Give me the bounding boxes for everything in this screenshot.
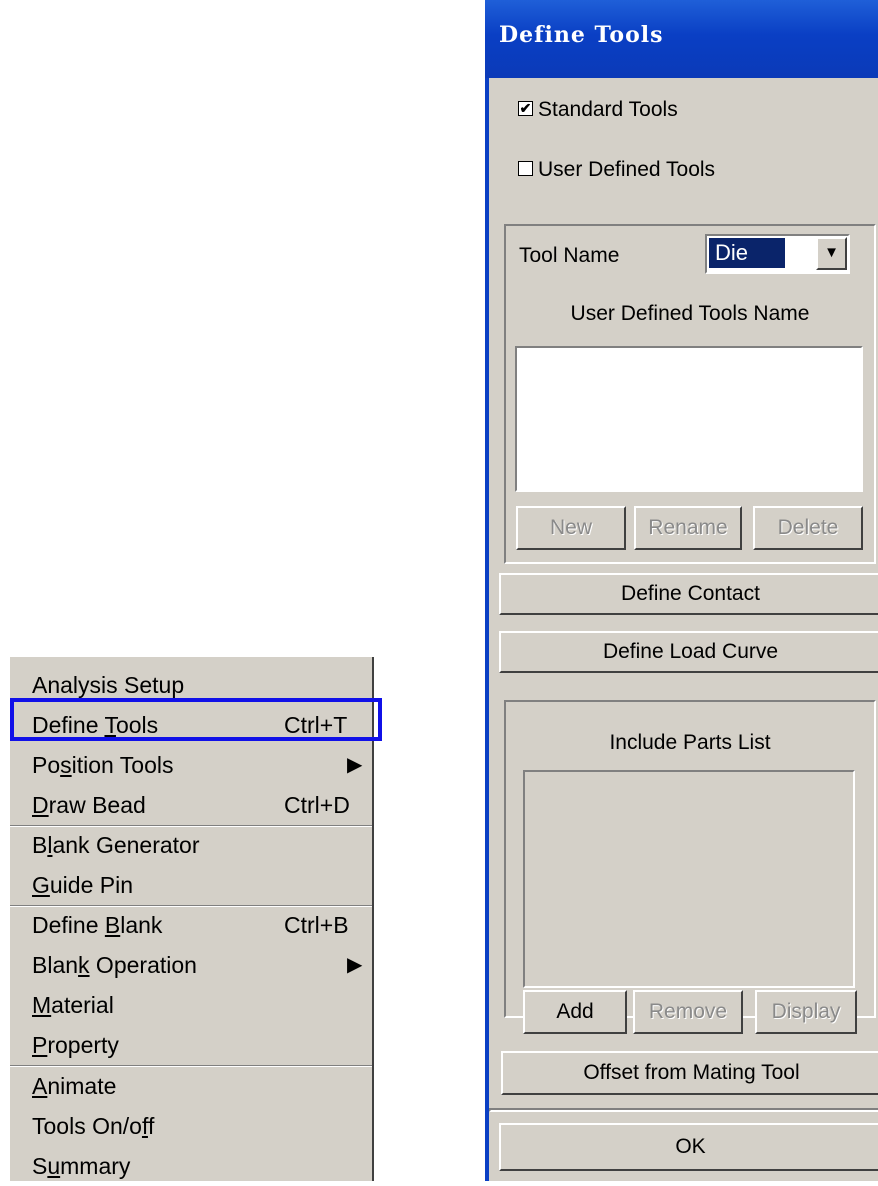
tool-name-label: Tool Name xyxy=(519,244,620,267)
chevron-down-icon[interactable]: ▼ xyxy=(816,237,847,270)
tool-name-select[interactable]: Die ▼ xyxy=(705,234,850,274)
menu-item-draw-bead[interactable]: Draw Bead Ctrl+D xyxy=(10,785,372,825)
user-tools-listbox[interactable] xyxy=(515,346,863,492)
menu-item-property[interactable]: Property xyxy=(10,1025,372,1065)
define-tools-dialog: Define Tools ✔ Standard Tools User Defin… xyxy=(485,0,878,1181)
menu-item-position-tools[interactable]: Position Tools ▶ xyxy=(10,745,372,785)
submenu-arrow-icon: ▶ xyxy=(347,954,363,976)
rename-button[interactable]: Rename xyxy=(634,506,742,550)
define-contact-button[interactable]: Define Contact xyxy=(499,573,878,615)
delete-button[interactable]: Delete xyxy=(753,506,863,550)
menu-item-guide-pin[interactable]: Guide Pin xyxy=(10,865,372,905)
shortcut-label: Ctrl+B xyxy=(284,912,349,938)
title-bar[interactable]: Define Tools xyxy=(485,0,878,78)
tool-name-value: Die xyxy=(709,238,785,268)
define-load-curve-button[interactable]: Define Load Curve xyxy=(499,631,878,673)
submenu-arrow-icon: ▶ xyxy=(347,754,363,776)
machining-context-menu: Analysis Setup Define Tools Ctrl+T Posit… xyxy=(10,657,382,1181)
offset-from-mating-tool-button[interactable]: Offset from Mating Tool xyxy=(501,1051,878,1095)
menu-item-tools-on-off[interactable]: Tools On/off xyxy=(10,1106,372,1146)
menu-item-summary[interactable]: Summary xyxy=(10,1146,372,1186)
menu-item-material[interactable]: Material xyxy=(10,985,372,1025)
highlight-box xyxy=(10,698,382,741)
dialog-body: ✔ Standard Tools User Defined Tools Tool… xyxy=(485,78,878,1181)
menu-item-blank-operation[interactable]: Blank Operation ▶ xyxy=(10,945,372,985)
menu-item-blank-generator[interactable]: Blank Generator xyxy=(10,825,372,865)
user-tools-name-label: User Defined Tools Name xyxy=(570,302,810,325)
display-button[interactable]: Display xyxy=(755,990,857,1034)
checkbox-unchecked-icon xyxy=(518,161,533,176)
remove-button[interactable]: Remove xyxy=(633,990,743,1034)
menu-item-animate[interactable]: Animate xyxy=(10,1066,372,1106)
checkbox-checked-icon: ✔ xyxy=(518,100,533,116)
include-parts-listbox[interactable] xyxy=(523,770,855,988)
include-parts-label: Include Parts List xyxy=(609,731,771,754)
dialog-title: Define Tools xyxy=(499,22,664,48)
new-button[interactable]: New xyxy=(516,506,626,550)
menu-item-define-blank[interactable]: Define Blank Ctrl+B xyxy=(10,905,372,945)
ok-button[interactable]: OK xyxy=(499,1123,878,1171)
shortcut-label: Ctrl+D xyxy=(284,792,350,818)
add-button[interactable]: Add xyxy=(523,990,627,1034)
separator xyxy=(489,1108,878,1112)
